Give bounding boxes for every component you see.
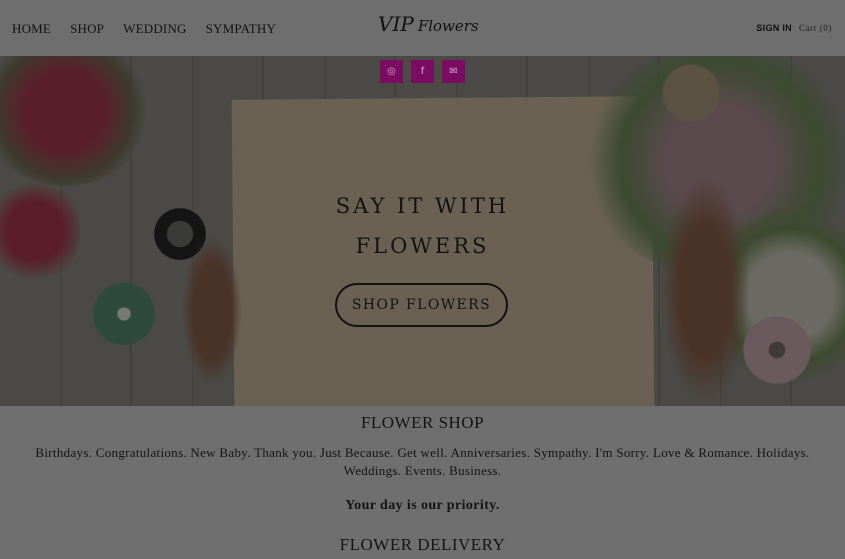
nav-sympathy[interactable]: SYMPATHY <box>206 21 276 37</box>
site-logo[interactable]: VIP Flowers <box>378 12 479 36</box>
hero-heading-line-1: SAY IT WITH <box>335 194 510 218</box>
nav-wedding[interactable]: WEDDING <box>123 21 187 37</box>
flower-shop-title: FLOWER SHOP <box>360 413 485 432</box>
twine-spool-decoration <box>656 58 726 128</box>
shop-flowers-button[interactable]: SHOP FLOWERS <box>335 283 508 327</box>
ribbon-spool-decoration <box>88 278 160 350</box>
hero-heading-line-2: FLOWERS <box>355 234 490 258</box>
site-header: HOME SHOP WEDDING SYMPATHY VIP Flowers SI… <box>0 0 845 56</box>
nav-shop[interactable]: SHOP <box>70 21 104 37</box>
hand-decoration <box>182 236 242 386</box>
facebook-icon[interactable]: f <box>411 60 434 83</box>
nav-home[interactable]: HOME <box>12 21 51 37</box>
hero-banner: SAY IT WITH FLOWERS SHOP FLOWERS <box>0 56 845 406</box>
flower-delivery-title: FLOWER DELIVERY <box>339 535 506 554</box>
mail-icon[interactable]: ✉ <box>442 60 465 83</box>
occasions-text: Birthdays. Congratulations. New Baby. Th… <box>35 445 810 478</box>
logo-text: VIP <box>378 12 414 36</box>
sign-in-link[interactable]: SIGN IN <box>756 23 792 33</box>
account-links: SIGN IN Cart (0) <box>756 23 832 33</box>
priority-text: Your day is our priority. <box>345 498 500 513</box>
main-nav: HOME SHOP WEDDING SYMPATHY <box>12 21 276 37</box>
instagram-icon[interactable]: ◎ <box>380 60 403 83</box>
social-links: ◎ f ✉ <box>380 60 465 83</box>
logo-subtext: Flowers <box>417 17 479 35</box>
cart-link[interactable]: Cart (0) <box>799 23 832 33</box>
ribbon-spool-decoration <box>738 311 816 389</box>
